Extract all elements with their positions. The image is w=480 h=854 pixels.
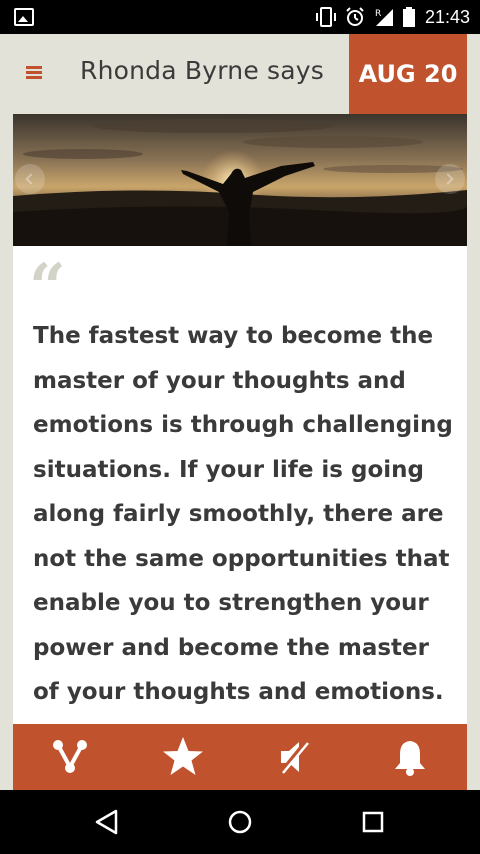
quote-line: situations. If your life is going (33, 456, 424, 483)
bell-icon (395, 741, 425, 776)
quote-line: master of your thoughts and (33, 367, 406, 394)
notifications-button[interactable] (375, 724, 445, 790)
share-icon (53, 740, 87, 773)
back-icon (95, 809, 118, 835)
svg-text:R: R (375, 9, 381, 19)
quote-text: The fastest way to become the master of … (33, 314, 453, 715)
banner-image (13, 114, 467, 246)
quote-line: not the same opportunities that (33, 545, 450, 572)
quote-line: The fastest way to become the (33, 323, 434, 349)
back-button[interactable] (67, 790, 147, 854)
action-bar (13, 724, 467, 790)
hamburger-menu-icon[interactable] (26, 66, 42, 80)
star-icon (163, 737, 203, 775)
battery-icon (402, 7, 415, 27)
quote-line: enable you to strengthen your (33, 590, 429, 616)
speaker-muted-icon (279, 739, 309, 775)
page-title: Rhonda Byrne says (80, 56, 325, 85)
status-icons: R 21:43 (315, 0, 470, 34)
date-badge: AUG 20 (349, 34, 467, 114)
navigation-bar (0, 790, 480, 854)
quote-card: “ The fastest way to become the master o… (13, 246, 467, 724)
status-bar: R 21:43 (0, 0, 480, 34)
quote-line: of your thoughts and emotions. (33, 679, 444, 705)
recents-button[interactable] (333, 790, 413, 854)
image-icon (14, 8, 34, 26)
home-icon (228, 810, 252, 834)
clock: 21:43 (424, 6, 470, 27)
mute-button[interactable] (260, 724, 330, 790)
alarm-icon (345, 7, 365, 27)
chevron-left-icon[interactable] (15, 164, 45, 194)
quote-line: along fairly smoothly, there are (33, 501, 444, 527)
favorite-button[interactable] (148, 724, 218, 790)
signal-roaming-icon: R (373, 7, 395, 27)
recents-icon (362, 811, 384, 833)
home-button[interactable] (200, 790, 280, 854)
vibrate-icon (315, 7, 337, 27)
quote-line: power and become the master (33, 634, 429, 661)
quote-line: emotions is through challenging (33, 412, 453, 438)
chevron-right-icon[interactable] (435, 164, 465, 194)
share-button[interactable] (35, 724, 105, 790)
quote-mark-icon: “ (29, 250, 66, 325)
app-header: Rhonda Byrne says AUG 20 (0, 34, 480, 114)
